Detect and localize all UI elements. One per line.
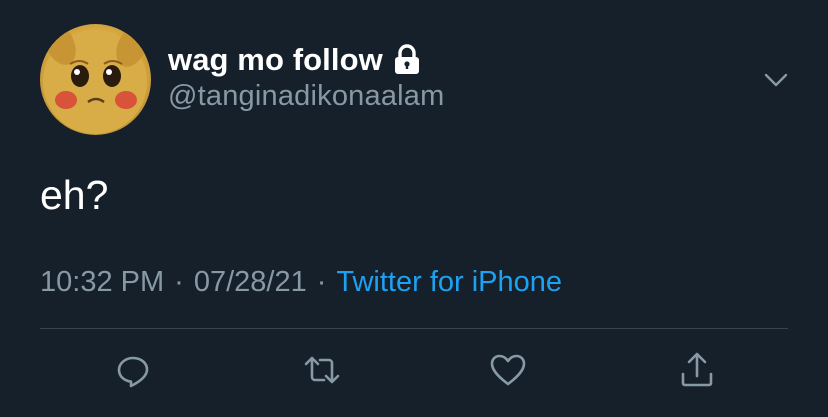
share-button[interactable] (677, 350, 717, 390)
tweet-date: 07/28/21 (193, 266, 307, 298)
tweet-source-link[interactable]: Twitter for iPhone (336, 266, 562, 298)
tweet-actions (0, 350, 828, 394)
divider (40, 328, 788, 329)
tweet-text: eh? (40, 172, 109, 218)
tweet-card: wag mo follow @tanginadikonaalam eh? 10:… (0, 0, 828, 417)
meta-separator: · (316, 266, 327, 298)
heart-icon (490, 354, 526, 386)
meta-separator: · (174, 266, 184, 298)
reply-button[interactable] (113, 350, 153, 390)
avatar[interactable] (40, 24, 151, 135)
lock-icon (392, 44, 422, 76)
avatar-image (43, 24, 148, 134)
username[interactable]: @tanginadikonaalam (168, 80, 445, 113)
like-button[interactable] (488, 350, 528, 390)
tweet-time: 10:32 PM (40, 266, 165, 298)
chevron-down-icon[interactable] (760, 64, 792, 96)
display-name[interactable]: wag mo follow (168, 42, 383, 78)
tweet-meta: 10:32 PM · 07/28/21 · Twitter for iPhone (40, 266, 562, 299)
share-icon (681, 352, 713, 387)
retweet-button[interactable] (302, 350, 342, 390)
retweet-icon (304, 356, 340, 384)
reply-icon (117, 356, 149, 388)
author-name-row: wag mo follow (168, 40, 422, 80)
